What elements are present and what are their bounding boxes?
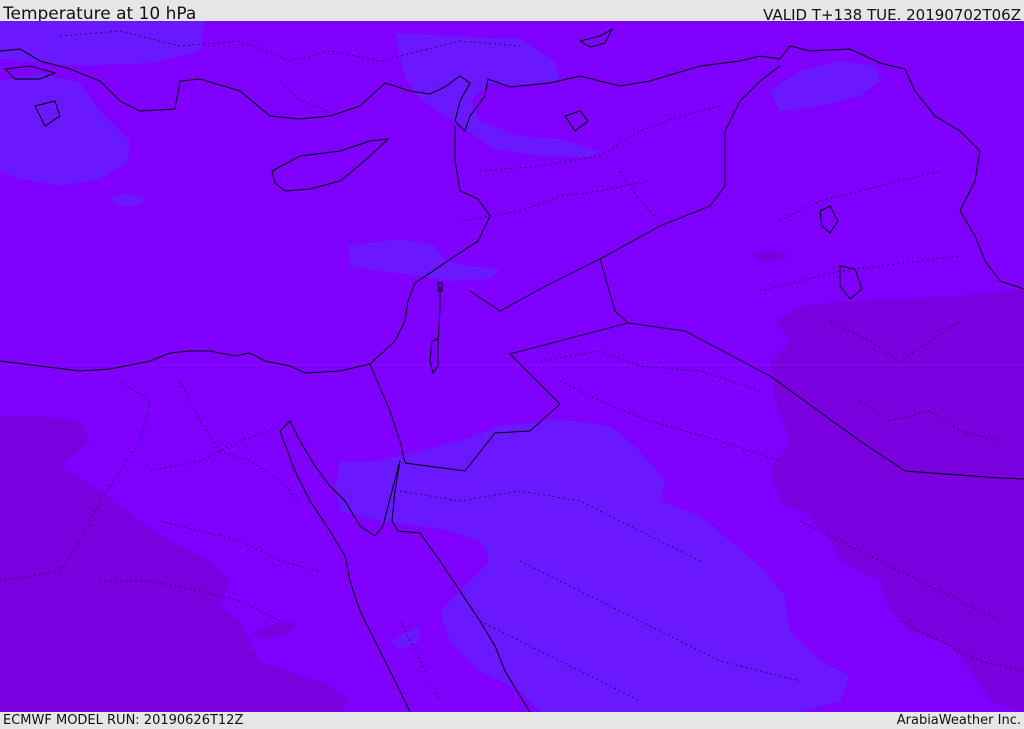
weather-map-frame: Temperature at 10 hPa VALID T+138 TUE. 2… — [0, 0, 1024, 729]
provider-label: ArabiaWeather Inc. — [896, 713, 1021, 728]
map-canvas — [0, 21, 1024, 712]
temperature-map[interactable] — [0, 21, 1024, 712]
footer-bar: ECMWF MODEL RUN: 20190626T12Z ArabiaWeat… — [0, 712, 1024, 729]
model-run-label: ECMWF MODEL RUN: 20190626T12Z — [3, 713, 244, 728]
header-bar: Temperature at 10 hPa VALID T+138 TUE. 2… — [0, 0, 1024, 24]
